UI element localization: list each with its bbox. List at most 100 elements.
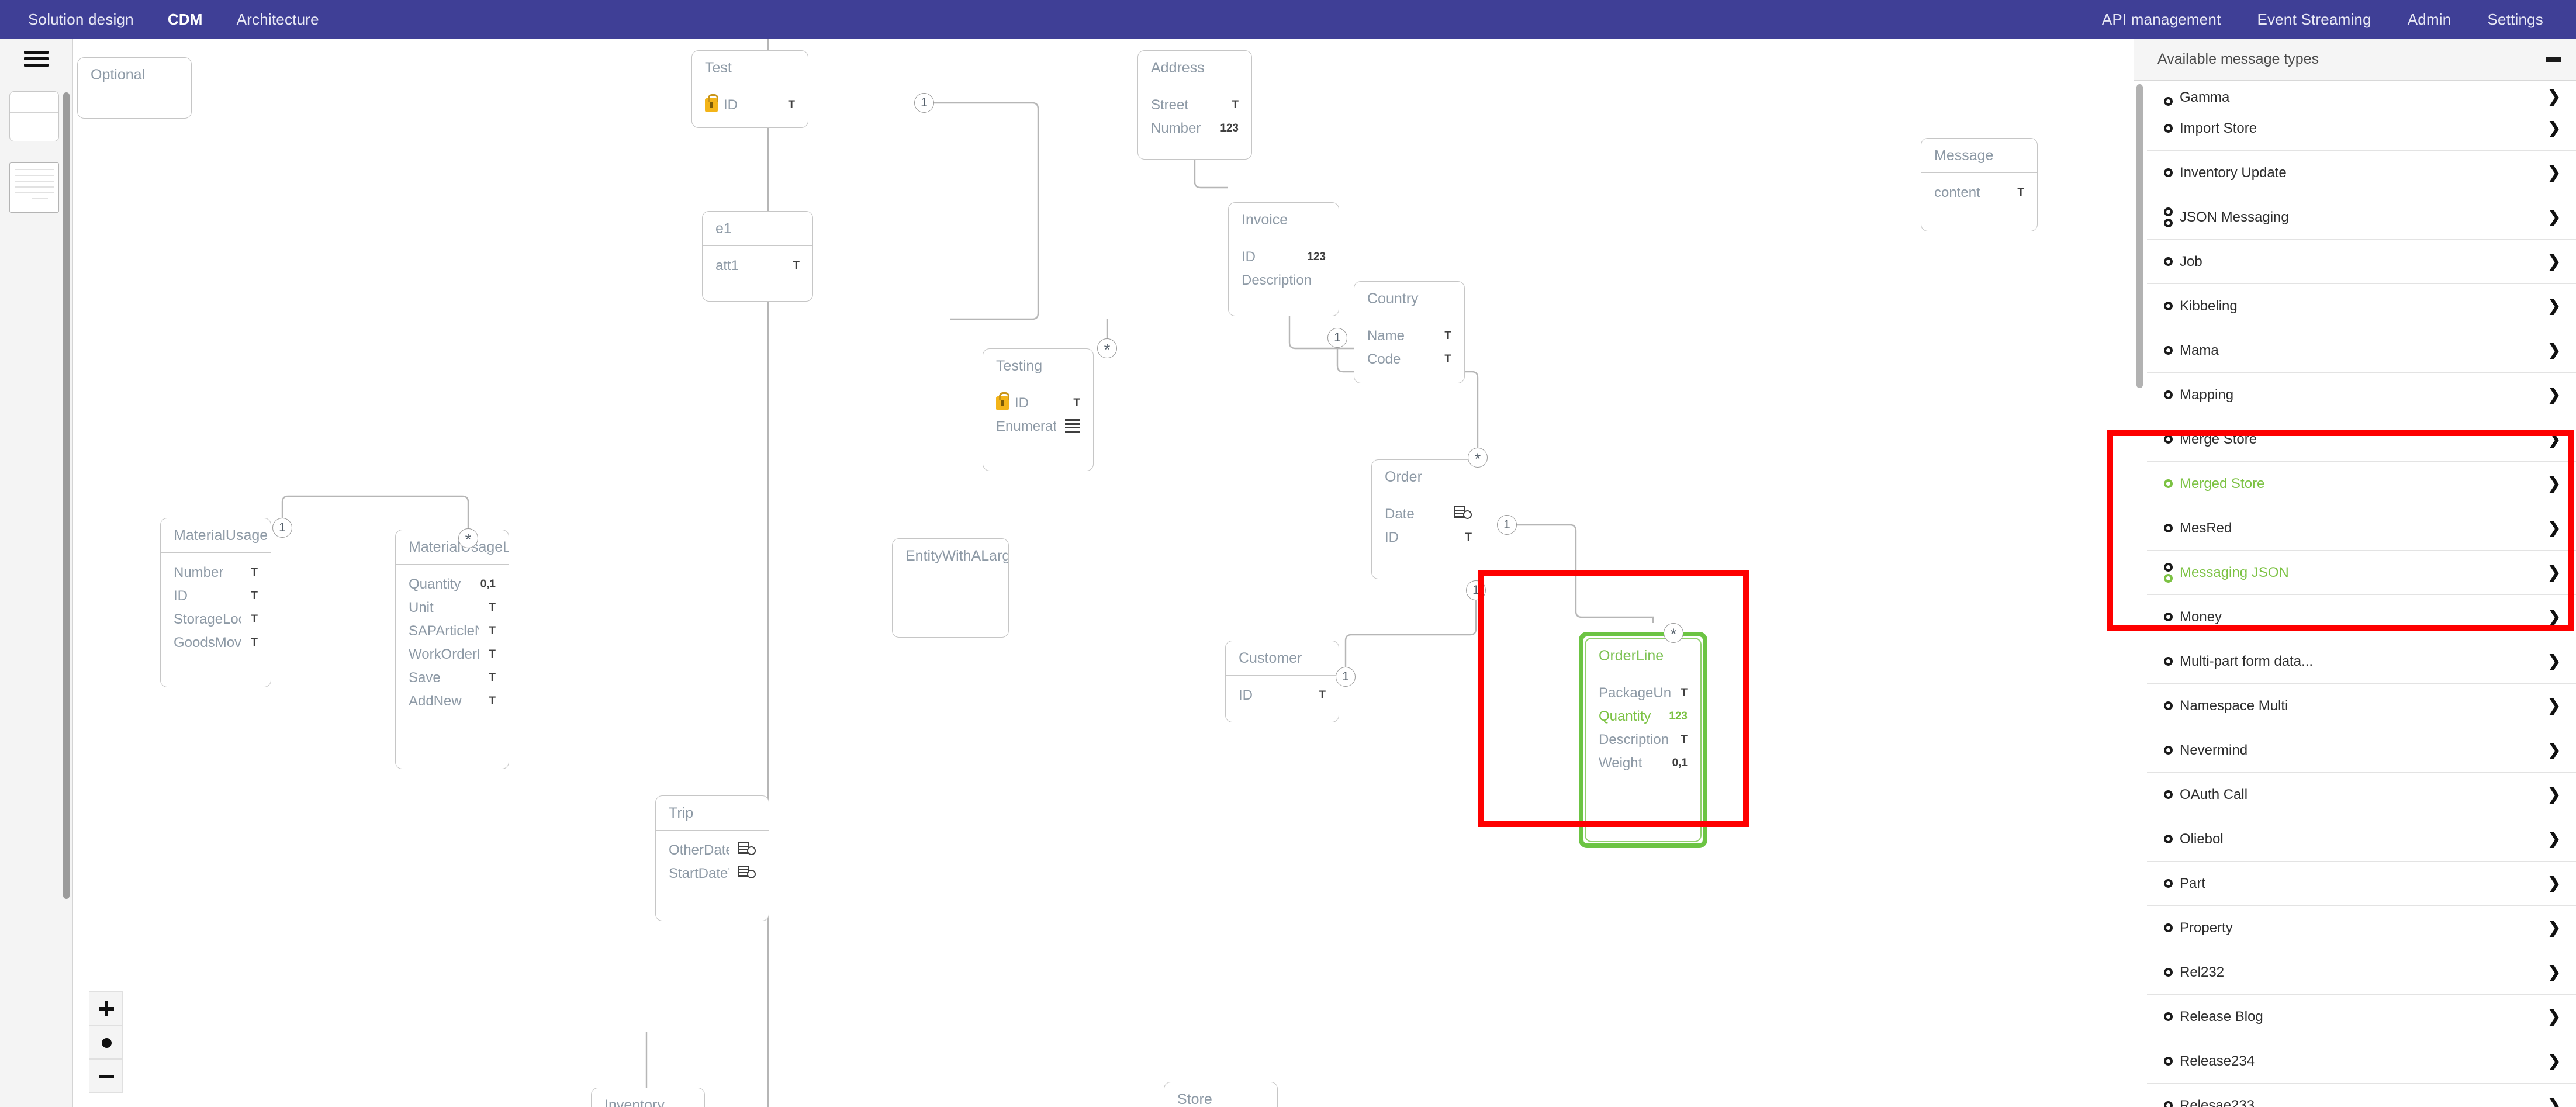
entity-attribute-row[interactable]: NumberT xyxy=(161,561,271,584)
entity-optional[interactable]: Optional xyxy=(77,57,192,119)
entity-attribute-row[interactable]: NameT xyxy=(1354,324,1464,348)
entity-inventory[interactable]: InventoryID xyxy=(591,1088,705,1107)
entity-customer[interactable]: CustomerIDT xyxy=(1225,641,1339,722)
nav-settings[interactable]: Settings xyxy=(2487,11,2543,29)
entity-attribute-row[interactable]: OtherDateTime xyxy=(656,839,769,862)
entity-invoice[interactable]: InvoiceID123Description xyxy=(1228,202,1339,316)
entity-attribute-row[interactable]: GoodsMovement...T xyxy=(161,631,271,655)
chevron-right-icon[interactable]: ❯ xyxy=(2547,341,2561,359)
zoom-out-button[interactable] xyxy=(89,1059,123,1093)
message-type-row[interactable]: MesRed❯ xyxy=(2147,506,2576,551)
chevron-right-icon[interactable]: ❯ xyxy=(2547,563,2561,582)
chevron-right-icon[interactable]: ❯ xyxy=(2547,786,2561,804)
entity-attribute-row[interactable]: IDT xyxy=(983,392,1093,415)
entity-address[interactable]: AddressStreetTNumber123 xyxy=(1137,50,1252,160)
entity-attribute-row[interactable]: Number123 xyxy=(1138,117,1251,140)
chevron-right-icon[interactable]: ❯ xyxy=(2547,386,2561,404)
entity-attribute-row[interactable]: contentT xyxy=(1921,181,2037,205)
message-type-row[interactable]: Money❯ xyxy=(2147,595,2576,639)
message-type-row[interactable]: Inventory Update❯ xyxy=(2147,151,2576,195)
cardinality-marker[interactable]: 1 xyxy=(1466,580,1486,600)
chevron-right-icon[interactable]: ❯ xyxy=(2547,519,2561,537)
entity-attribute-row[interactable]: StreetT xyxy=(1138,94,1251,117)
entity-attribute-row[interactable]: IDT xyxy=(1226,684,1339,707)
message-type-row[interactable]: Relesae233❯ xyxy=(2147,1084,2576,1107)
entity-attribute-row[interactable]: UnitT xyxy=(396,596,509,620)
chevron-right-icon[interactable]: ❯ xyxy=(2547,963,2561,981)
message-type-list[interactable]: Gamma❯Import Store❯Inventory Update❯JSON… xyxy=(2147,81,2576,1107)
cardinality-marker[interactable]: 1 xyxy=(914,93,934,113)
note-shape-tool[interactable] xyxy=(9,162,59,213)
cardinality-marker[interactable]: * xyxy=(1097,338,1117,358)
chevron-right-icon[interactable]: ❯ xyxy=(2547,608,2561,626)
entity-materialusageline[interactable]: MaterialUsageLineQuantity0,1UnitTSAPArti… xyxy=(395,530,509,769)
entity-attribute-row[interactable]: Description xyxy=(1229,269,1339,292)
entity-attribute-row[interactable]: IDT xyxy=(1372,526,1485,549)
chevron-right-icon[interactable]: ❯ xyxy=(2547,1052,2561,1070)
cardinality-marker[interactable]: * xyxy=(1468,448,1488,468)
entity-attribute-row[interactable]: SaveT xyxy=(396,666,509,690)
chevron-right-icon[interactable]: ❯ xyxy=(2547,1008,2561,1026)
cardinality-marker[interactable]: 1 xyxy=(1327,328,1347,348)
chevron-right-icon[interactable]: ❯ xyxy=(2547,874,2561,892)
message-type-row[interactable]: Mapping❯ xyxy=(2147,373,2576,417)
entity-e1[interactable]: e1att1T xyxy=(702,211,813,302)
chevron-right-icon[interactable]: ❯ xyxy=(2547,830,2561,848)
chevron-right-icon[interactable]: ❯ xyxy=(2547,919,2561,937)
entity-attribute-row[interactable]: AddNewT xyxy=(396,690,509,713)
entity-attribute-row[interactable]: WorkOrderRefere...T xyxy=(396,643,509,666)
message-type-row[interactable]: OAuth Call❯ xyxy=(2147,773,2576,817)
entity-attribute-row[interactable]: StorageLocationT xyxy=(161,608,271,631)
message-type-row[interactable]: Release234❯ xyxy=(2147,1039,2576,1084)
entity-entitywithalargenam[interactable]: EntityWithALargeNam... xyxy=(892,538,1009,638)
entity-attribute-row[interactable]: StartDateTime xyxy=(656,862,769,885)
collapse-icon[interactable] xyxy=(2546,57,2561,62)
message-type-row[interactable]: JSON Messaging❯ xyxy=(2147,195,2576,240)
message-type-row[interactable]: Mama❯ xyxy=(2147,328,2576,373)
entity-attribute-row[interactable]: SAPArticleNumberT xyxy=(396,620,509,643)
chevron-right-icon[interactable]: ❯ xyxy=(2547,741,2561,759)
message-type-row[interactable]: Messaging JSON❯ xyxy=(2147,551,2576,595)
nav-solution-design[interactable]: Solution design xyxy=(28,11,134,29)
entity-testing[interactable]: TestingIDTEnumeration xyxy=(983,348,1094,471)
chevron-right-icon[interactable]: ❯ xyxy=(2547,252,2561,271)
entity-attribute-row[interactable]: IDT xyxy=(161,584,271,608)
zoom-in-button[interactable] xyxy=(89,991,123,1025)
message-type-row[interactable]: Oliebol❯ xyxy=(2147,817,2576,862)
entity-attribute-row[interactable]: att1T xyxy=(703,254,812,278)
message-type-row[interactable]: Nevermind❯ xyxy=(2147,728,2576,773)
chevron-right-icon[interactable]: ❯ xyxy=(2547,652,2561,670)
hamburger-icon[interactable] xyxy=(24,47,49,70)
message-type-row[interactable]: Property❯ xyxy=(2147,906,2576,950)
chevron-right-icon[interactable]: ❯ xyxy=(2547,297,2561,315)
nav-api-management[interactable]: API management xyxy=(2102,11,2221,29)
entity-trip[interactable]: TripOtherDateTimeStartDateTime xyxy=(655,795,769,921)
chevron-right-icon[interactable]: ❯ xyxy=(2547,430,2561,448)
entity-order[interactable]: OrderDateIDT xyxy=(1371,459,1485,579)
message-type-row[interactable]: Multi-part form data...❯ xyxy=(2147,639,2576,684)
nav-architecture[interactable]: Architecture xyxy=(237,11,319,29)
entity-attribute-row[interactable]: Date xyxy=(1372,503,1485,526)
nav-admin[interactable]: Admin xyxy=(2408,11,2451,29)
entity-store[interactable]: StoreIDT xyxy=(1164,1082,1278,1107)
chevron-right-icon[interactable]: ❯ xyxy=(2547,475,2561,493)
chevron-right-icon[interactable]: ❯ xyxy=(2547,697,2561,715)
cardinality-marker[interactable]: 1 xyxy=(1497,515,1517,535)
cardinality-marker[interactable]: * xyxy=(458,528,478,548)
entity-attribute-row[interactable]: IDT xyxy=(692,94,808,117)
message-type-row[interactable]: Merge Store❯ xyxy=(2147,417,2576,462)
entity-materialusage[interactable]: MaterialUsageNumberTIDTStorageLocationTG… xyxy=(160,518,271,687)
diagram-canvas[interactable]: OptionalTestIDTAddressStreetTNumber123e1… xyxy=(74,39,2134,1107)
zoom-reset-button[interactable] xyxy=(89,1025,123,1059)
chevron-right-icon[interactable]: ❯ xyxy=(2547,119,2561,137)
palette-scrollbar[interactable] xyxy=(63,92,70,899)
entity-attribute-row[interactable]: CodeT xyxy=(1354,348,1464,371)
cardinality-marker[interactable]: 1 xyxy=(272,518,292,538)
panel-scrollbar-thumb[interactable] xyxy=(2136,84,2143,388)
message-type-row[interactable]: Kibbeling❯ xyxy=(2147,284,2576,328)
message-type-row[interactable]: Part❯ xyxy=(2147,862,2576,906)
entity-attribute-row[interactable]: Quantity0,1 xyxy=(396,573,509,596)
message-type-row[interactable]: Merged Store❯ xyxy=(2147,462,2576,506)
entity-attribute-row[interactable]: Enumeration xyxy=(983,415,1093,438)
chevron-right-icon[interactable]: ❯ xyxy=(2547,208,2561,226)
